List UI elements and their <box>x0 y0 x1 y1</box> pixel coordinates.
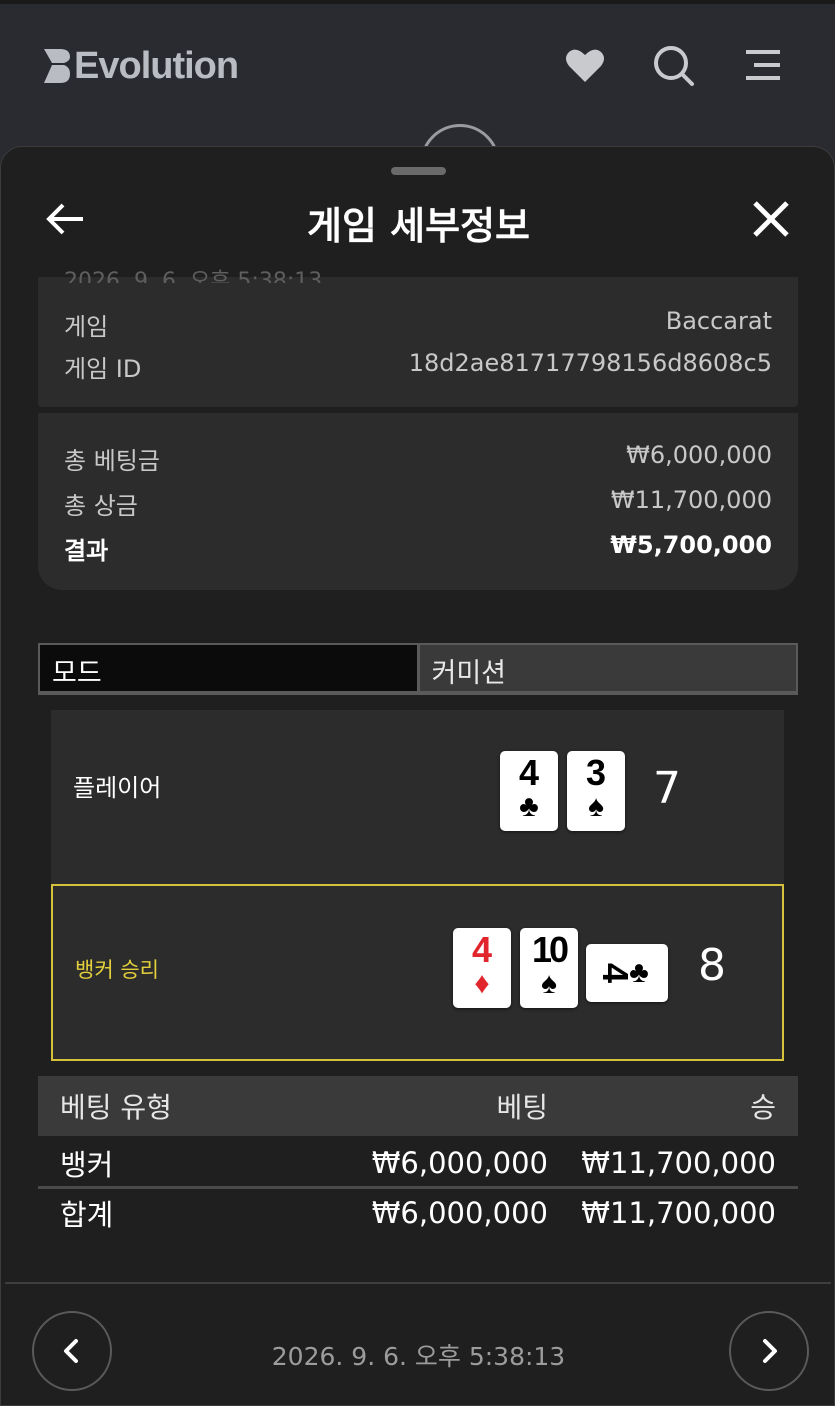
win-amount-header: 승 <box>750 1091 776 1124</box>
game-details-sheet: 게임 세부정보 2026. 9. 6. 오후 5:38:13 게임 Baccar… <box>0 146 835 1406</box>
win-amount-cell: ₩11,700,000 <box>581 1145 776 1180</box>
heart-icon[interactable] <box>563 44 607 88</box>
game-label: 게임 <box>64 313 109 341</box>
chevron-right-icon <box>763 1339 777 1363</box>
banker-score: 8 <box>698 940 726 991</box>
footer-divider <box>5 1282 831 1284</box>
player-card-2: 3 ♠ <box>567 751 625 831</box>
sheet-grabber[interactable] <box>391 167 446 175</box>
banker-win-label: 뱅커 승리 <box>75 958 159 982</box>
banker-card-2: 10 ♠ <box>520 928 578 1008</box>
total-bet-label: 총 베팅금 <box>64 447 160 475</box>
result-row: 결과 ₩5,700,000 <box>64 531 772 566</box>
game-info-card: 2026. 9. 6. 오후 5:38:13 게임 Baccarat 게임 ID… <box>38 269 798 407</box>
bet-amount-cell: ₩6,000,000 <box>371 1145 548 1180</box>
player-hand-panel: 플레이어 4 ♣ 3 ♠ 7 <box>51 710 784 884</box>
tab-commission[interactable]: 커미션 <box>419 645 796 691</box>
game-value: Baccarat <box>665 307 772 335</box>
banker-hand-panel: 뱅커 승리 4 ♦ 10 ♠ 4 ♣ 8 <box>51 884 784 1061</box>
total-win-cell: ₩11,700,000 <box>581 1196 776 1230</box>
player-card-1: 4 ♣ <box>500 751 558 831</box>
player-score: 7 <box>653 763 681 814</box>
evolution-logo[interactable]: Evolution <box>42 44 239 88</box>
player-label: 플레이어 <box>73 774 162 802</box>
next-round-button[interactable] <box>729 1311 809 1391</box>
evolution-logo-mark-icon <box>44 49 70 83</box>
tab-mode[interactable]: 모드 <box>40 645 420 691</box>
total-prize-row: 총 상금 ₩11,700,000 <box>64 486 772 521</box>
banker-card-1: 4 ♦ <box>453 928 511 1008</box>
table-total-row: 합계 ₩6,000,000 ₩11,700,000 <box>38 1189 798 1237</box>
page-title: 게임 세부정보 <box>307 204 530 248</box>
bet-amount-header: 베팅 <box>496 1091 548 1124</box>
game-row: 게임 Baccarat <box>64 307 772 342</box>
top-bar: Evolution <box>0 0 835 204</box>
game-id-label: 게임 ID <box>64 355 142 383</box>
result-value: ₩5,700,000 <box>610 531 772 559</box>
game-id-value: 18d2ae81717798156d8608c5 <box>408 349 772 377</box>
bet-type-header: 베팅 유형 <box>60 1091 172 1124</box>
table-row: 뱅커 ₩6,000,000 ₩11,700,000 <box>38 1139 798 1189</box>
total-prize-value: ₩11,700,000 <box>610 486 772 514</box>
close-icon[interactable] <box>749 197 793 241</box>
game-id-row: 게임 ID 18d2ae81717798156d8608c5 <box>64 349 772 384</box>
search-icon[interactable] <box>652 44 696 88</box>
menu-icon[interactable] <box>742 44 786 88</box>
total-label-cell: 합계 <box>60 1198 114 1232</box>
result-label: 결과 <box>64 537 109 565</box>
total-bet-cell: ₩6,000,000 <box>371 1196 548 1230</box>
banker-card-3: 4 ♣ <box>586 944 668 1002</box>
total-bet-row: 총 베팅금 ₩6,000,000 <box>64 441 772 476</box>
mode-tabs: 모드 커미션 <box>38 643 798 695</box>
total-bet-value: ₩6,000,000 <box>626 441 772 469</box>
bets-table-header: 베팅 유형 베팅 승 <box>38 1076 798 1136</box>
faded-date-text: 2026. 9. 6. 오후 5:38:13 <box>64 269 323 283</box>
logo-text: Evolution <box>74 44 239 87</box>
bet-type-cell: 뱅커 <box>60 1147 114 1182</box>
total-prize-label: 총 상금 <box>64 492 138 520</box>
totals-card: 총 베팅금 ₩6,000,000 총 상금 ₩11,700,000 결과 ₩5,… <box>38 413 798 590</box>
footer-date: 2026. 9. 6. 오후 5:38:13 <box>271 1342 566 1371</box>
